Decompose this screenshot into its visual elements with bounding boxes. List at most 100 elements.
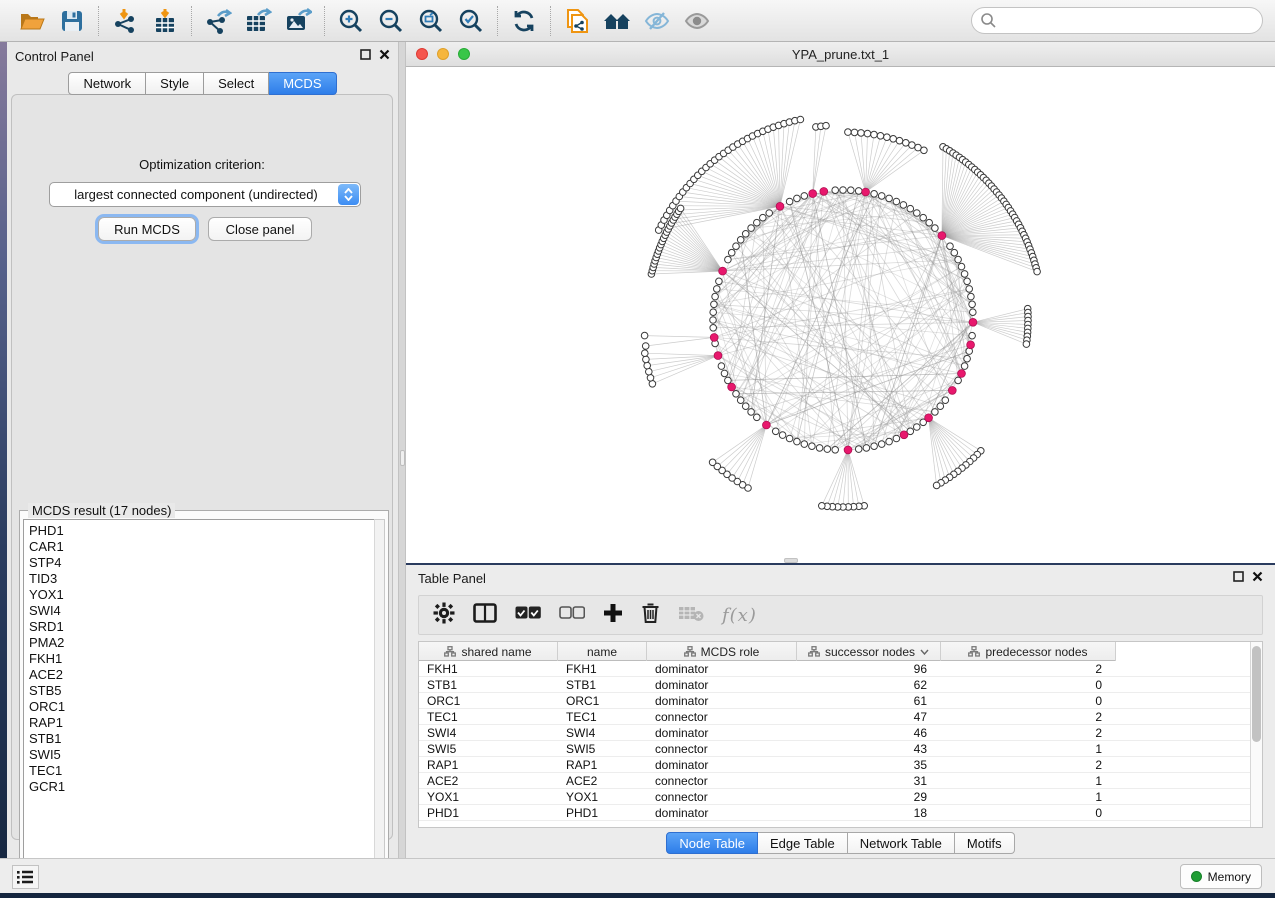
column-layout-icon[interactable] [473, 603, 497, 628]
column-header-name[interactable]: name [558, 642, 647, 661]
show-all-eye-icon[interactable] [677, 4, 717, 38]
duplicate-network-icon[interactable] [557, 4, 597, 38]
task-history-button[interactable] [12, 865, 39, 889]
zoom-out-icon[interactable] [371, 4, 411, 38]
column-header-successor-nodes[interactable]: successor nodes [797, 642, 941, 661]
zoom-fit-icon[interactable] [411, 4, 451, 38]
mcds-result-item[interactable]: ACE2 [29, 667, 374, 683]
table-scrollbar-thumb[interactable] [1252, 646, 1261, 742]
control-panel: Control Panel Network Style Select MCDS … [7, 42, 398, 858]
table-row[interactable]: PHD1PHD1dominator180 [419, 805, 1251, 821]
run-mcds-button[interactable]: Run MCDS [98, 217, 196, 241]
table-cell: RAP1 [558, 757, 647, 773]
refresh-icon[interactable] [504, 4, 544, 38]
home-neighbors-icon[interactable] [597, 4, 637, 38]
tab-node-table[interactable]: Node Table [666, 832, 758, 854]
table-row[interactable]: ACE2ACE2connector311 [419, 773, 1251, 789]
table-row[interactable]: STB1STB1dominator620 [419, 677, 1251, 693]
float-panel-icon[interactable] [1233, 569, 1244, 587]
table-panel: Table Panel f(x) shared namenameMCDS [406, 565, 1275, 858]
hide-selected-eye-icon[interactable] [637, 4, 677, 38]
status-bar: Memory [0, 858, 1275, 893]
network-window-titlebar[interactable]: YPA_prune.txt_1 [406, 42, 1275, 67]
deselect-all-checkboxes-icon[interactable] [559, 606, 585, 624]
column-header-shared-name[interactable]: shared name [419, 642, 558, 661]
tab-network[interactable]: Network [68, 72, 146, 95]
table-row[interactable]: ORC1ORC1dominator610 [419, 693, 1251, 709]
add-column-plus-icon[interactable] [603, 603, 623, 628]
table-scrollbar[interactable] [1250, 642, 1262, 827]
mcds-result-item[interactable]: CAR1 [29, 539, 374, 555]
mcds-result-list[interactable]: PHD1CAR1STP4TID3YOX1SWI4SRD1PMA2FKH1ACE2… [23, 519, 375, 874]
import-network-icon[interactable] [105, 4, 145, 38]
table-cell: dominator [647, 693, 797, 709]
save-icon[interactable] [52, 4, 92, 38]
export-table-icon[interactable] [238, 4, 278, 38]
mcds-list-scrollbar[interactable] [374, 519, 385, 874]
table-cell: 2 [941, 661, 1116, 677]
network-canvas[interactable] [406, 67, 1275, 563]
mcds-result-item[interactable]: SWI5 [29, 747, 374, 763]
table-cell: FKH1 [558, 661, 647, 677]
table-settings-gear-icon[interactable] [433, 602, 455, 629]
vertical-splitter[interactable] [398, 42, 406, 858]
tab-style[interactable]: Style [146, 72, 204, 95]
close-panel-icon[interactable] [379, 47, 390, 65]
mcds-result-item[interactable]: STB1 [29, 731, 374, 747]
mcds-result-item[interactable]: STB5 [29, 683, 374, 699]
table-cell: FKH1 [419, 661, 558, 677]
toolbar-separator [98, 6, 99, 36]
export-image-icon[interactable] [278, 4, 318, 38]
table-row[interactable]: SWI5SWI5connector431 [419, 741, 1251, 757]
table-row[interactable]: YOX1YOX1connector291 [419, 789, 1251, 805]
mcds-result-item[interactable]: RAP1 [29, 715, 374, 731]
mcds-result-item[interactable]: TEC1 [29, 763, 374, 779]
criterion-dropdown[interactable]: largest connected component (undirected) [49, 182, 361, 207]
column-header-predecessor-nodes[interactable]: predecessor nodes [941, 642, 1116, 661]
mcds-result-item[interactable]: GCR1 [29, 779, 374, 795]
splitter-handle[interactable] [400, 450, 405, 466]
close-panel-button[interactable]: Close panel [208, 217, 312, 241]
mcds-result-item[interactable]: FKH1 [29, 651, 374, 667]
mcds-result-item[interactable]: SWI4 [29, 603, 374, 619]
table-row[interactable]: SWI4SWI4dominator462 [419, 725, 1251, 741]
zoom-in-icon[interactable] [331, 4, 371, 38]
table-cell: SWI4 [419, 725, 558, 741]
mcds-result-item[interactable]: TID3 [29, 571, 374, 587]
import-table-icon[interactable] [145, 4, 185, 38]
open-folder-icon[interactable] [12, 4, 52, 38]
network-graph[interactable] [406, 67, 1275, 563]
table-row[interactable]: RAP1RAP1dominator352 [419, 757, 1251, 773]
table-cell: 2 [941, 725, 1116, 741]
memory-button[interactable]: Memory [1180, 864, 1262, 889]
horizontal-splitter-handle[interactable] [784, 558, 798, 563]
table-cell: 47 [797, 709, 941, 725]
tab-edge-table[interactable]: Edge Table [758, 832, 848, 854]
close-panel-icon[interactable] [1252, 569, 1263, 587]
table-row[interactable]: TEC1TEC1connector472 [419, 709, 1251, 725]
main-toolbar [0, 0, 1275, 42]
mcds-result-item[interactable]: STP4 [29, 555, 374, 571]
table-cell: ACE2 [558, 773, 647, 789]
table-row[interactable]: FKH1FKH1dominator962 [419, 661, 1251, 677]
mcds-result-item[interactable]: PHD1 [29, 523, 374, 539]
column-header-MCDS-role[interactable]: MCDS role [647, 642, 797, 661]
table-cell: dominator [647, 661, 797, 677]
mcds-result-item[interactable]: PMA2 [29, 635, 374, 651]
delete-column-trash-icon[interactable] [641, 602, 660, 629]
zoom-selected-icon[interactable] [451, 4, 491, 38]
search-input[interactable] [971, 7, 1263, 34]
mcds-result-item[interactable]: SRD1 [29, 619, 374, 635]
tab-motifs[interactable]: Motifs [955, 832, 1015, 854]
tab-mcds[interactable]: MCDS [269, 72, 336, 95]
mcds-result-item[interactable]: ORC1 [29, 699, 374, 715]
tab-select[interactable]: Select [204, 72, 269, 95]
tab-network-table[interactable]: Network Table [848, 832, 955, 854]
select-all-checkboxes-icon[interactable] [515, 606, 541, 624]
mcds-result-item[interactable]: YOX1 [29, 587, 374, 603]
control-panel-title: Control Panel [15, 49, 94, 64]
float-panel-icon[interactable] [360, 47, 371, 65]
export-network-icon[interactable] [198, 4, 238, 38]
node-table: shared namenameMCDS rolesuccessor nodesp… [418, 641, 1263, 828]
table-cell: STB1 [558, 677, 647, 693]
